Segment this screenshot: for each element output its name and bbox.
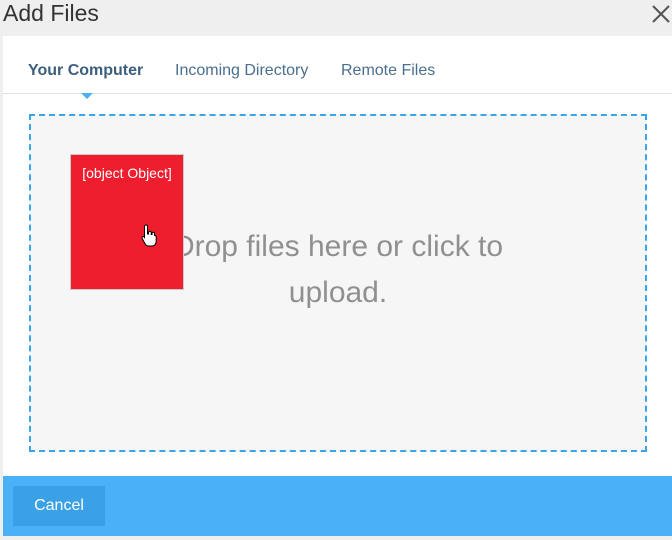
title-bar: Add Files bbox=[0, 0, 672, 36]
dialog-title: Add Files bbox=[3, 0, 99, 26]
close-icon bbox=[652, 5, 670, 23]
dialog-footer: Cancel bbox=[3, 476, 672, 536]
add-files-dialog: Add Files Your Computer Incoming Directo… bbox=[0, 0, 672, 540]
dialog-body: Your Computer Incoming Directory Remote … bbox=[3, 36, 672, 476]
file-dropzone[interactable]: Drop files here or click to upload. [obj… bbox=[29, 114, 647, 452]
tab-your-computer[interactable]: Your Computer bbox=[28, 62, 143, 80]
drag-preview-label: [object Object] bbox=[82, 165, 172, 181]
close-button[interactable] bbox=[650, 3, 672, 25]
drag-preview[interactable]: [object Object] bbox=[70, 154, 184, 290]
tab-remote-files[interactable]: Remote Files bbox=[341, 62, 435, 80]
active-tab-caret bbox=[81, 93, 93, 99]
hand-pointer-icon bbox=[141, 224, 157, 247]
source-tabs: Your Computer Incoming Directory Remote … bbox=[3, 36, 672, 94]
cancel-button[interactable]: Cancel bbox=[13, 486, 105, 526]
tab-incoming-directory[interactable]: Incoming Directory bbox=[175, 62, 308, 80]
